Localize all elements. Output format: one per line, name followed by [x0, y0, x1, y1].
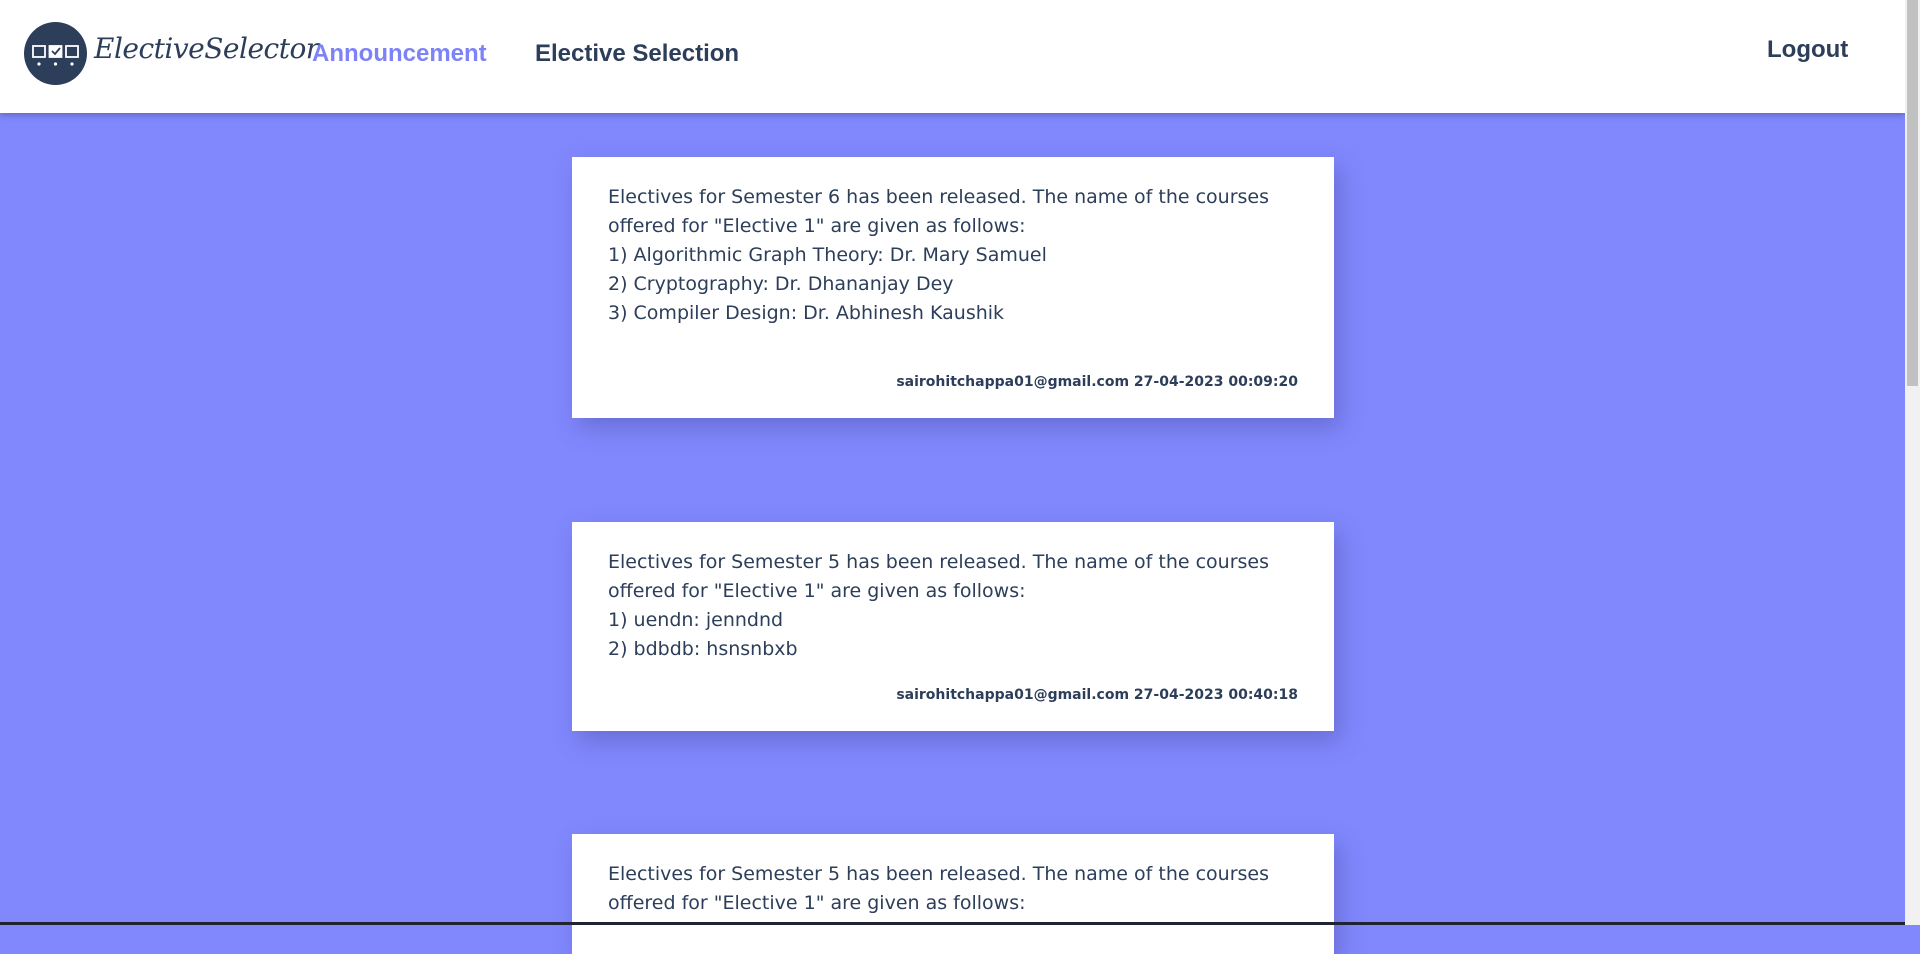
announcement-card: Electives for Semester 5 has been releas… — [572, 522, 1334, 731]
nav-elective-selection-link[interactable]: Elective Selection — [535, 40, 739, 68]
announcement-meta: sairohitchappa01@gmail.com 27-04-2023 00… — [896, 374, 1298, 390]
vertical-scrollbar[interactable] — [1905, 0, 1920, 925]
nav-announcement-link[interactable]: Announcement — [312, 40, 487, 68]
announcement-card: Electives for Semester 6 has been releas… — [572, 157, 1334, 418]
logout-button[interactable]: Logout — [1767, 36, 1848, 64]
logo-icon[interactable] — [24, 22, 87, 85]
announcement-text: Electives for Semester 6 has been releas… — [608, 186, 1270, 324]
top-navbar: ElectiveSelector Announcement Elective S… — [0, 0, 1905, 113]
scrollbar-thumb[interactable] — [1907, 0, 1918, 386]
announcement-text: Electives for Semester 5 has been releas… — [608, 863, 1270, 914]
announcement-text: Electives for Semester 5 has been releas… — [608, 551, 1270, 660]
checkbox-logo-icon — [32, 45, 79, 66]
announcement-meta: sairohitchappa01@gmail.com 27-04-2023 00… — [896, 687, 1298, 703]
brand-name[interactable]: ElectiveSelector — [94, 32, 319, 65]
announcement-card: Electives for Semester 5 has been releas… — [572, 834, 1334, 954]
